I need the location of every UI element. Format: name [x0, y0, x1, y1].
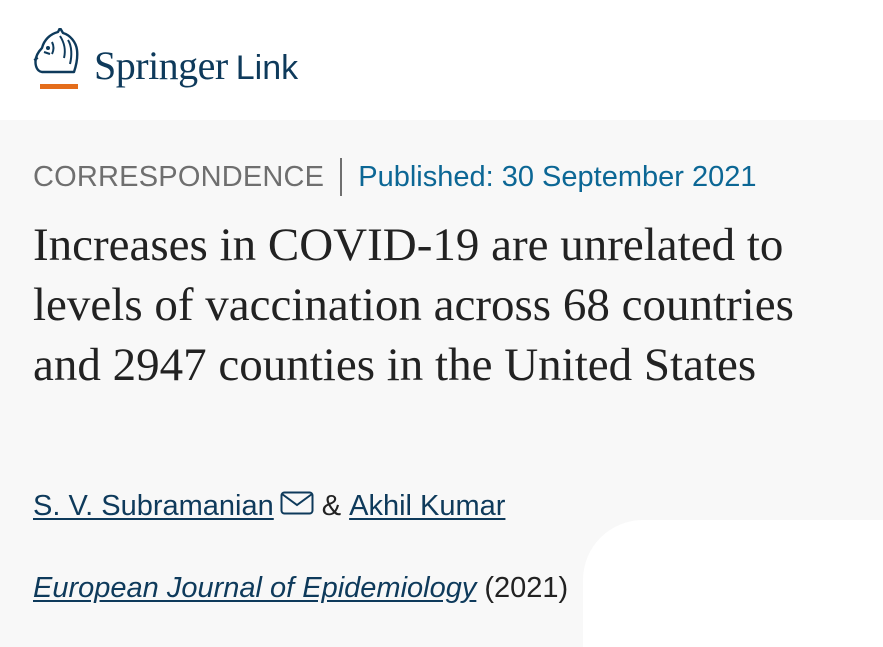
article-title: Increases in COVID-19 are unrelated to l…: [33, 219, 794, 391]
author-link-kumar[interactable]: Akhil Kumar: [349, 490, 505, 523]
brand-link: Link: [235, 49, 299, 87]
published-date: Published: 30 September 2021: [358, 160, 757, 193]
article-meta: CORRESPONDENCE Published: 30 September 2…: [33, 158, 756, 196]
journal-link[interactable]: European Journal of Epidemiology: [33, 572, 476, 604]
author-link-subramanian[interactable]: S. V. Subramanian: [33, 490, 274, 523]
journal-citation: European Journal of Epidemiology (2021): [33, 572, 568, 605]
horse-head-icon: [30, 28, 82, 92]
article-header: CORRESPONDENCE Published: 30 September 2…: [0, 120, 883, 647]
logo-wordmark: Springer Link: [94, 42, 298, 89]
site-header: Springer Link: [0, 0, 883, 120]
publication-year: (2021): [484, 572, 569, 604]
brand-springer: Springer: [94, 43, 228, 88]
author-separator: &: [321, 490, 342, 522]
article-type: CORRESPONDENCE: [33, 160, 325, 193]
background-shape: [583, 520, 883, 647]
author-list: S. V. Subramanian & Akhil Kumar: [33, 490, 505, 523]
meta-divider: [340, 158, 343, 196]
envelope-icon[interactable]: [280, 490, 314, 514]
springer-link-logo[interactable]: Springer Link: [30, 28, 298, 92]
